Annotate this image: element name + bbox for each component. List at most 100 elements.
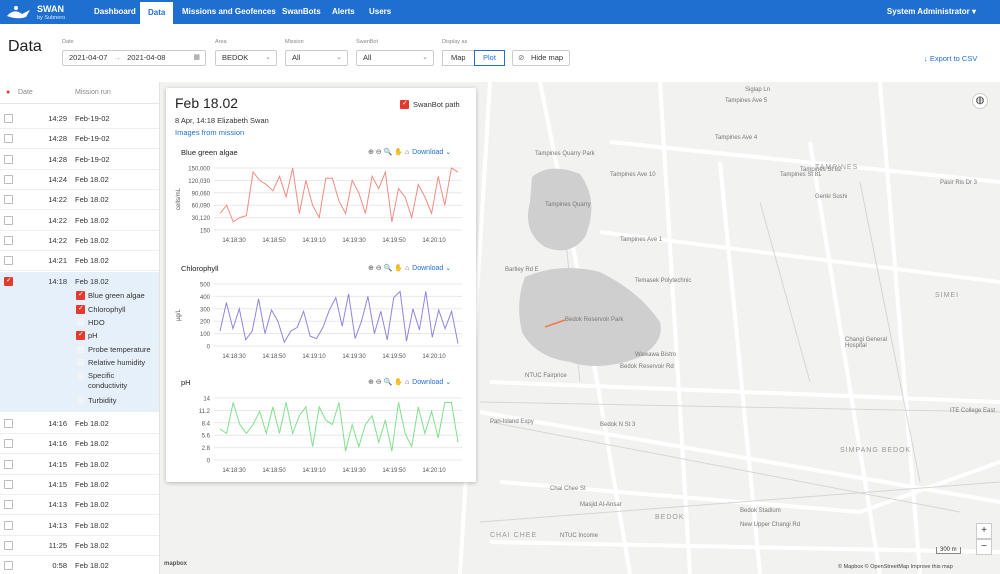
chart-toolbar[interactable]: ⊕ ⊖ 🔍 ✋ ⌂ Download ⌄ bbox=[368, 148, 451, 156]
zoom-in-button[interactable]: + bbox=[976, 523, 992, 539]
y-tick-label: 100 bbox=[200, 332, 211, 338]
nav-tab-data[interactable]: Data bbox=[140, 2, 174, 24]
user-menu[interactable]: System Administrator ▾ bbox=[887, 0, 976, 24]
row-checkbox[interactable] bbox=[4, 195, 13, 205]
chart-tools-icons[interactable]: ⊕ ⊖ 🔍 ✋ ⌂ bbox=[368, 265, 409, 272]
y-tick-label: 2.8 bbox=[202, 446, 211, 452]
table-row[interactable]: 14:13 Feb 18.02 bbox=[0, 516, 159, 536]
nav-tab-missions[interactable]: Missions and Geofences bbox=[174, 0, 284, 24]
row-checkbox[interactable] bbox=[4, 500, 13, 510]
nav-tab-swanbots[interactable]: SwanBots bbox=[274, 0, 329, 24]
export-csv-link[interactable]: ↓ Export to CSV bbox=[924, 54, 977, 63]
row-checkbox[interactable] bbox=[4, 174, 13, 184]
table-row[interactable]: 14:22 Feb 18.02 bbox=[0, 231, 159, 251]
nav-tab-dashboard[interactable]: Dashboard bbox=[86, 0, 144, 24]
row-checkbox[interactable] bbox=[4, 114, 13, 123]
nav-tab-users[interactable]: Users bbox=[361, 0, 399, 24]
y-axis-label: cells/mL bbox=[176, 187, 182, 210]
download-button[interactable]: Download ⌄ bbox=[412, 265, 451, 272]
chart-tools-icons[interactable]: ⊕ ⊖ 🔍 ✋ ⌂ bbox=[368, 149, 409, 156]
select-all-radio[interactable]: ● bbox=[6, 89, 10, 96]
row-checkbox[interactable] bbox=[4, 256, 13, 266]
map-label: SIMPANG BEDOK bbox=[840, 447, 912, 454]
sensor-checkbox[interactable] bbox=[76, 290, 85, 300]
row-checkbox[interactable] bbox=[4, 520, 13, 530]
chart-tools-icons[interactable]: ⊕ ⊖ 🔍 ✋ ⌂ bbox=[368, 379, 409, 386]
images-from-mission-link[interactable]: Images from mission bbox=[175, 128, 244, 137]
table-row[interactable]: 14:16 Feb 18.02 bbox=[0, 434, 159, 455]
sensor-checkbox[interactable] bbox=[76, 372, 85, 381]
table-row[interactable]: 14:16 Feb 18.02 bbox=[0, 414, 159, 434]
hide-map-button[interactable]: ⊘ Hide map bbox=[512, 50, 570, 66]
row-checkbox[interactable] bbox=[4, 540, 13, 550]
nav-tab-alerts[interactable]: Alerts bbox=[324, 0, 363, 24]
table-row[interactable]: 0:58 Feb 18.02 bbox=[0, 556, 159, 574]
globe-icon[interactable]: ◍ bbox=[972, 93, 988, 109]
swan-logo-icon bbox=[7, 6, 30, 19]
table-row[interactable]: 14:28 Feb-19-02 bbox=[0, 129, 159, 150]
x-tick-label: 14:19:50 bbox=[382, 468, 406, 474]
table-row[interactable]: 14:28 Feb-19-02 bbox=[0, 150, 159, 170]
row-checkbox[interactable] bbox=[4, 459, 13, 469]
mapbox-logo[interactable]: mapbox bbox=[164, 561, 187, 567]
mission-select[interactable]: All ⌄ bbox=[285, 50, 348, 66]
sensor-checkbox[interactable] bbox=[76, 345, 85, 354]
row-mission: Feb 18.02 bbox=[75, 174, 109, 184]
app-name: SWAN bbox=[37, 4, 64, 14]
table-row[interactable]: 14:21 Feb 18.02 bbox=[0, 251, 159, 272]
app-logo[interactable]: SWAN by Subnero bbox=[4, 2, 65, 22]
row-checkbox[interactable] bbox=[4, 134, 13, 144]
x-tick-label: 14:19:30 bbox=[342, 468, 366, 474]
display-map-toggle[interactable]: Map bbox=[442, 50, 475, 66]
date-to: 2021-04-08 bbox=[127, 53, 166, 62]
date-range-picker[interactable]: 2021-04-07 → 2021-04-08 ▦ bbox=[62, 50, 206, 66]
download-button[interactable]: Download ⌄ bbox=[412, 379, 451, 386]
chart-toolbar[interactable]: ⊕ ⊖ 🔍 ✋ ⌂ Download ⌄ bbox=[368, 264, 451, 272]
x-tick-label: 14:18:30 bbox=[222, 354, 246, 360]
y-tick-label: 14 bbox=[203, 397, 210, 403]
map-label: CHAI CHEE bbox=[490, 532, 538, 539]
row-time: 14:15 bbox=[48, 459, 67, 469]
sensor-checkbox[interactable] bbox=[76, 396, 85, 405]
row-checkbox[interactable] bbox=[4, 479, 13, 489]
y-tick-label: 300 bbox=[200, 307, 211, 313]
map-label: Genki Sushi bbox=[815, 194, 848, 200]
row-checkbox[interactable] bbox=[4, 439, 13, 449]
table-row[interactable]: 14:15 Feb 18.02 bbox=[0, 475, 159, 495]
table-row[interactable]: 14:22 Feb 18.02 bbox=[0, 211, 159, 231]
table-row[interactable]: 14:24 Feb 18.02 bbox=[0, 170, 159, 190]
map-attribution[interactable]: © Mapbox © OpenStreetMap Improve this ma… bbox=[838, 564, 953, 570]
table-row[interactable]: 14:29 Feb-19-02 bbox=[0, 109, 159, 129]
sensor-checkbox[interactable] bbox=[76, 318, 85, 327]
map-label: Tampines Ave 5 bbox=[725, 98, 768, 104]
display-plot-toggle[interactable]: Plot bbox=[474, 50, 505, 66]
table-row[interactable]: 14:15 Feb 18.02 bbox=[0, 455, 159, 475]
row-time: 14:21 bbox=[48, 256, 67, 266]
sensor-checkbox[interactable] bbox=[76, 304, 85, 314]
area-select[interactable]: BEDOK ⌄ bbox=[215, 50, 277, 66]
row-checkbox[interactable] bbox=[4, 215, 13, 225]
row-checkbox[interactable] bbox=[4, 419, 13, 428]
swanbot-select[interactable]: All ⌄ bbox=[356, 50, 434, 66]
row-checkbox[interactable] bbox=[4, 276, 13, 286]
column-header-date[interactable]: Date bbox=[18, 89, 33, 96]
chart-toolbar[interactable]: ⊕ ⊖ 🔍 ✋ ⌂ Download ⌄ bbox=[368, 378, 451, 386]
row-checkbox[interactable] bbox=[4, 235, 13, 245]
row-mission: Feb 18.02 bbox=[75, 277, 109, 286]
y-tick-label: 200 bbox=[200, 320, 211, 326]
table-row[interactable]: 14:13 Feb 18.02 bbox=[0, 495, 159, 516]
y-tick-label: 60,090 bbox=[192, 204, 211, 210]
sensor-checkbox[interactable] bbox=[76, 358, 85, 367]
swanbot-path-checkbox[interactable] bbox=[400, 99, 409, 109]
row-checkbox[interactable] bbox=[4, 561, 13, 571]
y-tick-label: 150,000 bbox=[188, 167, 210, 173]
sensor-checkbox[interactable] bbox=[76, 330, 85, 340]
table-row[interactable]: 14:22 Feb 18.02 bbox=[0, 190, 159, 211]
download-button[interactable]: Download ⌄ bbox=[412, 149, 451, 156]
zoom-out-button[interactable]: − bbox=[976, 539, 992, 555]
row-mission: Feb 18.02 bbox=[75, 459, 109, 469]
sensor-option-label: Relative humidity bbox=[88, 358, 146, 367]
row-checkbox[interactable] bbox=[4, 154, 13, 164]
column-header-mission[interactable]: Mission run bbox=[75, 89, 111, 96]
table-row[interactable]: 11:25 Feb 18.02 bbox=[0, 536, 159, 556]
